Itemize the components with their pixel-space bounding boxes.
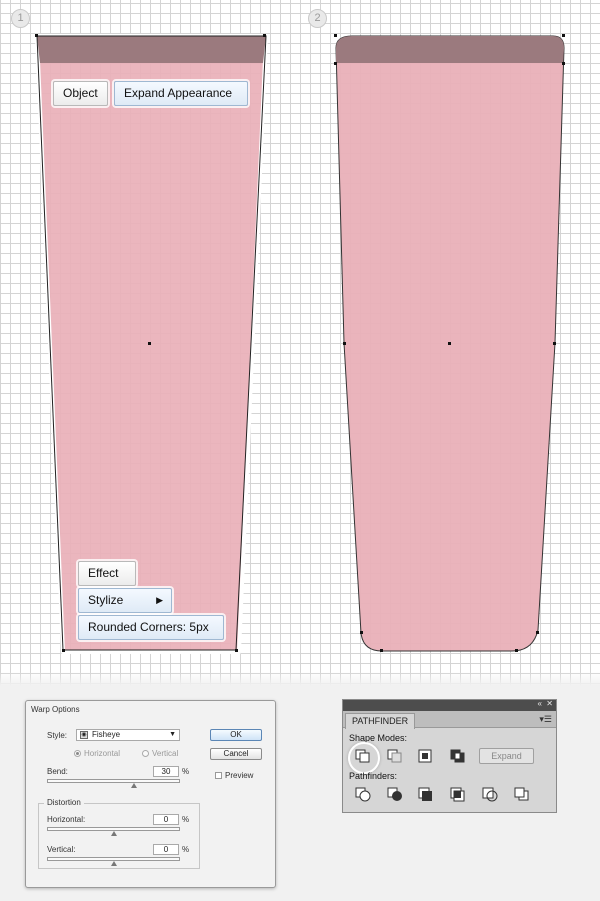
minus-front-button[interactable] (385, 747, 405, 765)
distortion-horizontal-input[interactable]: 0 (153, 814, 179, 825)
bend-label: Bend: (47, 767, 68, 776)
cancel-button[interactable]: Cancel (210, 748, 262, 760)
bend-slider-thumb[interactable] (131, 783, 137, 788)
distortion-horizontal-percent: % (182, 815, 190, 824)
fisheye-icon: ◉ (80, 731, 88, 739)
preview-label: Preview (225, 771, 254, 780)
unite-icon (355, 749, 370, 763)
bend-input[interactable]: 30 (153, 766, 179, 777)
dialog-title: Warp Options (31, 705, 80, 714)
bend-percent: % (182, 767, 190, 776)
distortion-vertical-input[interactable]: 0 (153, 844, 179, 855)
horizontal-radio-label: Horizontal (84, 749, 121, 758)
submenu-arrow-icon: ▶ (156, 595, 163, 605)
intersect-icon (418, 749, 432, 763)
step1-shape[interactable] (35, 34, 268, 654)
vertical-radio-label: Vertical (152, 749, 179, 758)
shape-modes-label: Shape Modes: (349, 733, 408, 743)
merge-button[interactable] (416, 785, 436, 803)
object-menu-button[interactable]: Object (53, 81, 108, 106)
ok-button[interactable]: OK (210, 729, 262, 741)
distortion-horizontal-thumb[interactable] (111, 831, 117, 836)
panel-menu-icon[interactable]: ▾☰ (539, 714, 552, 725)
distortion-vertical-percent: % (182, 845, 190, 854)
merge-icon (418, 787, 432, 801)
outline-icon (482, 787, 498, 802)
exclude-button[interactable] (448, 747, 468, 765)
style-select-value: Fisheye (92, 730, 121, 739)
chevron-down-icon: ▼ (169, 731, 176, 738)
trim-button[interactable] (385, 785, 405, 803)
minus-back-button[interactable] (512, 785, 532, 803)
vertical-radio[interactable] (142, 750, 149, 757)
stylize-menu-item[interactable]: Stylize ▶ (78, 588, 172, 613)
intersect-button[interactable] (416, 747, 436, 765)
collapse-icon[interactable]: « (538, 699, 542, 708)
outline-button[interactable] (480, 785, 500, 803)
exclude-icon (450, 749, 465, 763)
minus-back-icon (514, 787, 529, 801)
bend-slider[interactable] (47, 779, 180, 783)
distortion-label: Distortion (44, 798, 84, 807)
horizontal-radio[interactable] (74, 750, 81, 757)
close-icon[interactable]: ✕ (546, 699, 553, 708)
divide-button[interactable] (353, 785, 373, 803)
minus-front-icon (387, 749, 402, 763)
panel-title-bar[interactable]: « ✕ (343, 699, 556, 711)
panel-tab-row: PATHFINDER ▾☰ (343, 711, 556, 729)
expand-appearance-menu-item[interactable]: Expand Appearance (114, 81, 248, 106)
style-select[interactable]: ◉ Fisheye ▼ (76, 729, 180, 741)
distortion-horizontal-label: Horizontal: (47, 815, 86, 824)
effect-menu-button[interactable]: Effect (78, 561, 136, 586)
style-label: Style: (47, 731, 68, 740)
crop-icon (450, 787, 465, 802)
trim-icon (387, 787, 402, 801)
distortion-vertical-label: Vertical: (47, 845, 76, 854)
divide-icon (355, 787, 371, 802)
unite-button[interactable] (348, 742, 380, 774)
expand-button[interactable]: Expand (479, 748, 534, 764)
rounded-corners-menu-item[interactable]: Rounded Corners: 5px (78, 615, 224, 640)
step2-shape[interactable] (334, 34, 565, 652)
crop-button[interactable] (448, 785, 468, 803)
tab-pathfinder[interactable]: PATHFINDER (345, 713, 416, 729)
preview-checkbox[interactable] (215, 772, 222, 779)
stylize-label: Stylize (88, 593, 124, 607)
distortion-vertical-thumb[interactable] (111, 861, 117, 866)
pathfinders-label: Pathfinders: (349, 771, 398, 781)
